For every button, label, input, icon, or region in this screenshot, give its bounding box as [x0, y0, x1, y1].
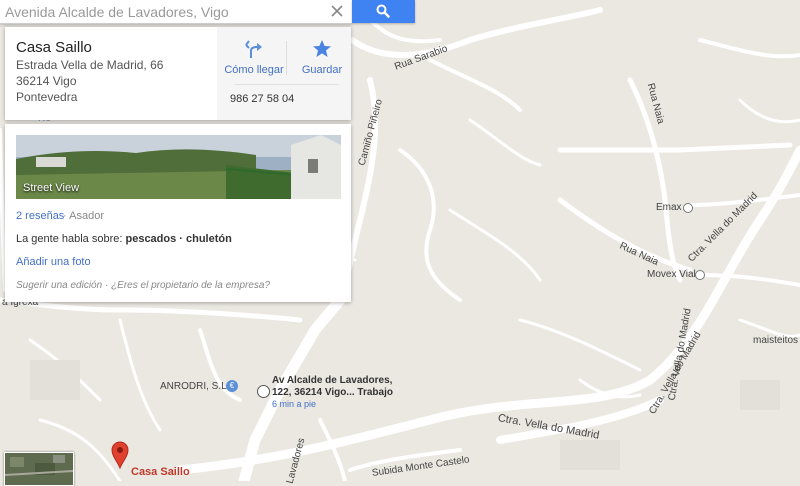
category-text: · Asador — [63, 210, 104, 222]
bus-stop-icon[interactable] — [257, 385, 270, 398]
directions-icon — [245, 40, 262, 58]
card-actions: Cómo llegar Guardar 986 27 58 04 — [217, 27, 351, 120]
street-view-label: Street View — [23, 182, 80, 194]
owner-link[interactable]: ¿Eres el propietario de la empresa? — [111, 280, 270, 291]
address-line: 36214 Vigo — [16, 74, 77, 88]
street-view-thumbnail[interactable]: Street View — [16, 135, 341, 199]
save-button[interactable]: Guardar — [289, 37, 355, 79]
divider — [235, 84, 339, 85]
search-button[interactable] — [352, 0, 415, 23]
save-label: Guardar — [301, 64, 343, 76]
poi-anrodri[interactable]: ANRODRI, S.L. — [160, 381, 229, 392]
poi-movex[interactable]: Movex Vial — [647, 269, 696, 280]
divider — [286, 41, 287, 75]
poi-dot-icon[interactable] — [683, 203, 693, 213]
clear-search-button[interactable] — [326, 1, 348, 21]
people-talk-about: La gente habla sobre: pescados · chuletó… — [16, 233, 232, 245]
close-icon — [331, 5, 343, 17]
poi-maisteitos[interactable]: maisteitos — [753, 335, 798, 346]
reviews-link[interactable]: 2 reseñas — [16, 210, 64, 222]
people-talk-topics: pescados · chuletón — [125, 233, 232, 245]
walk-time-label: 6 min a pie — [272, 399, 317, 409]
place-title: Casa Saillo — [16, 39, 92, 56]
category-label: Asador — [69, 210, 104, 222]
transit-stop-address[interactable]: 122, 36214 Vigo... Trabajo — [272, 387, 393, 398]
footer-links: Sugerir una edición · ¿Eres el propietar… — [16, 280, 270, 291]
directions-label: Cómo llegar — [224, 64, 284, 76]
separator: · — [104, 280, 109, 291]
marker-label[interactable]: Casa Saillo — [131, 466, 190, 478]
place-details-panel: Street View 2 reseñas · Asador La gente … — [5, 124, 351, 302]
address-line: Pontevedra — [16, 90, 78, 104]
place-marker-icon[interactable] — [111, 441, 129, 469]
place-card: Casa Saillo Estrada Vella de Madrid, 66 … — [5, 27, 351, 120]
poi-dot-icon[interactable] — [695, 270, 705, 280]
directions-button[interactable]: Cómo llegar — [221, 37, 287, 79]
transit-stop-name[interactable]: Av Alcalde de Lavadores, — [272, 375, 392, 386]
separator: · — [63, 210, 67, 222]
people-talk-prefix: La gente habla sobre: — [16, 233, 123, 245]
search-box — [0, 0, 352, 24]
search-input[interactable] — [5, 2, 323, 21]
address-line: Estrada Vella de Madrid, 66 — [16, 58, 164, 72]
star-icon — [313, 40, 331, 57]
add-photo-link[interactable]: Añadir una foto — [16, 256, 91, 268]
search-icon — [376, 4, 390, 18]
suggest-edit-link[interactable]: Sugerir una edición — [16, 280, 102, 291]
business-icon[interactable]: € — [226, 380, 238, 392]
phone-number[interactable]: 986 27 58 04 — [230, 93, 294, 105]
poi-emax[interactable]: Emax — [656, 202, 682, 213]
